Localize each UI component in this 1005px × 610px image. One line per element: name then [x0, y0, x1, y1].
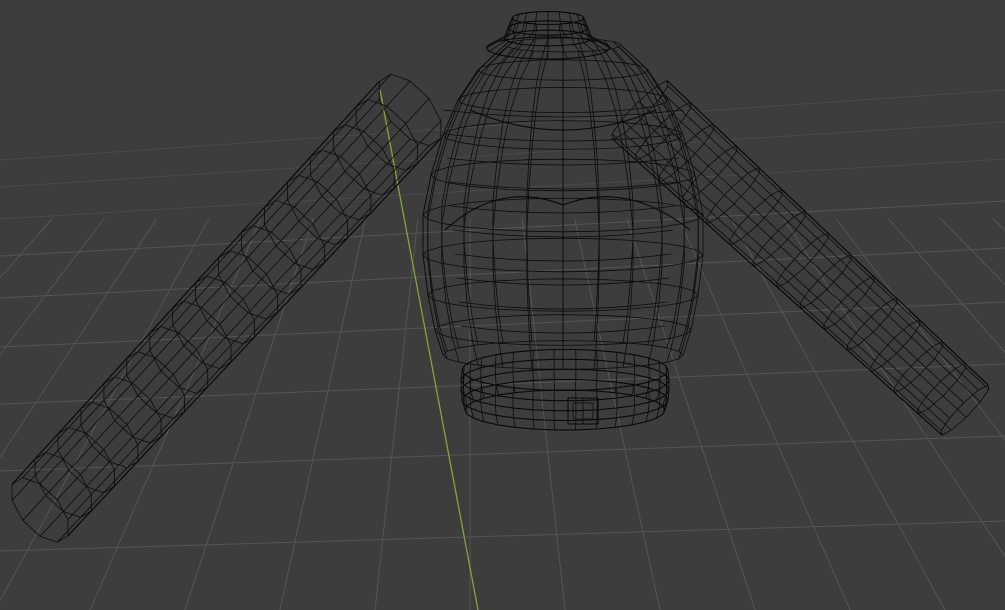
- sleeve-edge: [67, 120, 442, 520]
- sleeve-ring: [57, 427, 115, 493]
- sleeve-ring: [287, 174, 348, 246]
- sleeve-ring: [264, 200, 325, 270]
- sleeve-edge: [655, 86, 979, 391]
- 3d-viewport[interactable]: [0, 0, 1005, 610]
- sleeve-edge: [39, 138, 411, 537]
- sleeve-edge: [623, 133, 952, 431]
- sleeve-outline: [67, 138, 442, 537]
- grid-line: [783, 218, 1005, 558]
- grid-line: [0, 218, 105, 356]
- viewport-canvas[interactable]: [0, 0, 1005, 610]
- sweater-mesh[interactable]: [11, 10, 990, 543]
- sleeve-edge: [621, 119, 950, 419]
- sleeve-outline: [11, 81, 380, 485]
- grid-line: [0, 200, 1005, 257]
- grid-line: [0, 121, 1005, 188]
- sleeve-ring: [103, 376, 162, 444]
- sleeve-ring: [309, 149, 372, 221]
- grid-line: [0, 218, 157, 459]
- grid-line: [835, 218, 1005, 441]
- sleeve-edge: [39, 80, 411, 484]
- sleeve-ring: [80, 401, 139, 469]
- waistband-ring: [461, 348, 669, 392]
- torso-edge: [441, 48, 514, 363]
- collar-mesh[interactable]: [485, 10, 611, 60]
- grid-line: [0, 218, 53, 279]
- waistband-mesh[interactable]: [460, 348, 670, 431]
- torso-edge: [526, 38, 549, 342]
- sleeve-edge: [22, 121, 392, 521]
- sleeve-edge: [611, 133, 942, 431]
- collar-edge: [485, 17, 513, 49]
- floor-grid: [0, 89, 1005, 610]
- waistband-ring: [461, 378, 669, 422]
- sleeve-edge: [57, 145, 430, 543]
- sleeve-edge: [22, 74, 392, 479]
- grid-line: [992, 218, 1005, 231]
- torso-edge: [577, 38, 600, 342]
- grid-line: [279, 218, 366, 610]
- collar-edge: [485, 17, 513, 49]
- sleeve-edge: [11, 99, 380, 501]
- sleeve-edge: [667, 85, 990, 390]
- sleeve-edge: [56, 98, 430, 500]
- grid-line: [887, 218, 1005, 354]
- grid-line: [521, 218, 566, 610]
- sleeve-ring: [11, 477, 69, 543]
- sleeve-ring: [332, 124, 395, 196]
- grid-line: [626, 218, 756, 610]
- torso-mesh[interactable]: [422, 37, 704, 370]
- grid-line: [0, 435, 1005, 472]
- grid-line: [0, 520, 1005, 552]
- grid-line: [939, 218, 1005, 286]
- collar-edge: [583, 17, 611, 49]
- y-axis-line: [379, 89, 479, 610]
- torso-edge: [441, 41, 514, 348]
- grid-line: [678, 218, 851, 610]
- grid-line: [574, 218, 661, 610]
